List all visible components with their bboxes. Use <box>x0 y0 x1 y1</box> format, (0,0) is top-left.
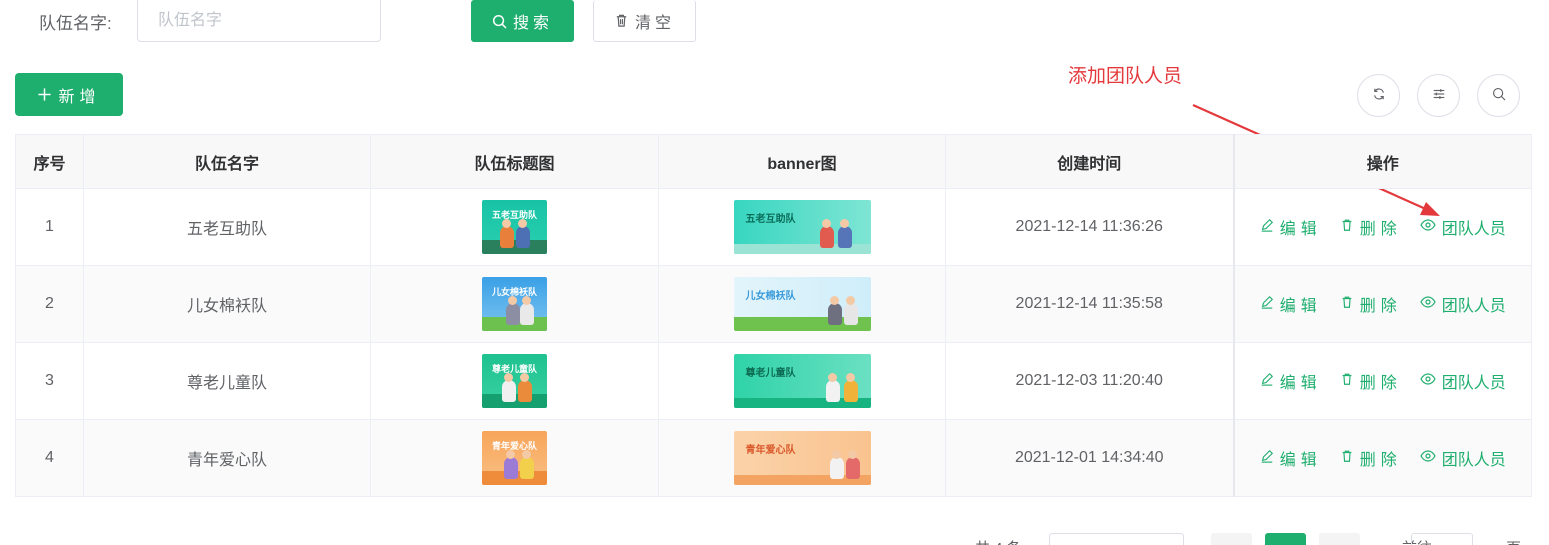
trash-icon <box>1340 295 1354 314</box>
table-row: 1 五老互助队 五老互助队 五老互助队 2021-12-14 11:36:26 … <box>15 188 1532 266</box>
edit-icon <box>1260 372 1274 391</box>
table-row: 3 尊老儿童队 尊老儿童队 尊老儿童队 2021-12-03 11:20:40 … <box>15 342 1532 420</box>
refresh-icon <box>1372 87 1386 104</box>
cell-index: 4 <box>15 419 84 497</box>
team-table: 序号 队伍名字 队伍标题图 banner图 创建时间 操作 1 五老互助队 五老… <box>15 134 1532 497</box>
page-1-button[interactable] <box>1265 533 1306 545</box>
pagination: 共 4 条 前往 页 <box>0 533 1549 545</box>
table-row: 2 儿女棉袄队 儿女棉袄队 儿女棉袄队 2021-12-14 11:35:58 … <box>15 265 1532 343</box>
cell-name: 尊老儿童队 <box>83 342 371 420</box>
pagination-total: 共 4 条 <box>975 537 1022 545</box>
settings-sliders-icon <box>1432 87 1446 104</box>
trash-icon <box>1340 218 1354 237</box>
edit-icon <box>1260 218 1274 237</box>
cell-created: 2021-12-14 11:36:26 <box>945 188 1234 266</box>
search-button[interactable]: 搜索 <box>471 0 574 42</box>
header-banner: banner图 <box>658 134 946 189</box>
clear-button-label: 清空 <box>634 14 675 32</box>
cell-index: 3 <box>15 342 84 420</box>
header-created: 创建时间 <box>945 134 1234 189</box>
search-icon <box>1492 87 1506 104</box>
cell-name: 儿女棉袄队 <box>83 265 371 343</box>
trash-icon <box>1340 449 1354 468</box>
header-name: 队伍名字 <box>83 134 371 189</box>
team-members-button[interactable]: 团队人员 <box>1420 292 1506 316</box>
cell-index: 1 <box>15 188 84 266</box>
edit-button[interactable]: 编辑 <box>1260 215 1322 239</box>
eye-icon <box>1420 295 1436 313</box>
eye-icon <box>1420 218 1436 236</box>
cell-name: 五老互助队 <box>83 188 371 266</box>
team-title-image[interactable]: 儿女棉袄队 <box>482 277 547 331</box>
eye-icon <box>1420 372 1436 390</box>
team-members-button[interactable]: 团队人员 <box>1420 446 1506 470</box>
team-banner-image[interactable]: 青年爱心队 <box>733 431 871 485</box>
cell-created: 2021-12-03 11:20:40 <box>945 342 1234 420</box>
table-header-row: 序号 队伍名字 队伍标题图 banner图 创建时间 操作 <box>15 134 1532 189</box>
annotation-label: 添加团队人员 <box>1068 66 1183 87</box>
refresh-button[interactable] <box>1357 74 1400 117</box>
pagination-unit-label: 页 <box>1506 537 1521 545</box>
team-name-input[interactable] <box>137 0 381 42</box>
edit-icon <box>1260 449 1274 468</box>
header-index: 序号 <box>15 134 84 189</box>
column-settings-button[interactable] <box>1417 74 1460 117</box>
search-icon <box>492 14 507 29</box>
delete-button[interactable]: 删除 <box>1340 292 1402 316</box>
edit-icon <box>1260 295 1274 314</box>
team-title-image[interactable]: 尊老儿童队 <box>482 354 547 408</box>
cell-created: 2021-12-14 11:35:58 <box>945 265 1234 343</box>
plus-icon <box>37 87 52 102</box>
search-button-label: 搜索 <box>512 15 553 32</box>
delete-button[interactable]: 删除 <box>1340 215 1402 239</box>
edit-button[interactable]: 编辑 <box>1260 446 1322 470</box>
prev-page-button[interactable] <box>1211 533 1252 545</box>
edit-button[interactable]: 编辑 <box>1260 292 1322 316</box>
trash-icon <box>614 13 629 28</box>
add-button-label: 新增 <box>58 88 101 106</box>
next-page-button[interactable] <box>1319 533 1360 545</box>
team-members-button[interactable]: 团队人员 <box>1420 215 1506 239</box>
team-title-image[interactable]: 五老互助队 <box>482 200 547 254</box>
trash-icon <box>1340 372 1354 391</box>
delete-button[interactable]: 删除 <box>1340 446 1402 470</box>
team-name-label: 队伍名字: <box>39 14 112 33</box>
cell-name: 青年爱心队 <box>83 419 371 497</box>
cell-created: 2021-12-01 14:34:40 <box>945 419 1234 497</box>
team-banner-image[interactable]: 尊老儿童队 <box>733 354 871 408</box>
toggle-search-button[interactable] <box>1477 74 1520 117</box>
add-button[interactable]: 新增 <box>15 73 123 116</box>
header-title-image: 队伍标题图 <box>370 134 659 189</box>
team-members-button[interactable]: 团队人员 <box>1420 369 1506 393</box>
table-row: 4 青年爱心队 青年爱心队 青年爱心队 2021-12-01 14:34:40 … <box>15 419 1532 497</box>
edit-button[interactable]: 编辑 <box>1260 369 1322 393</box>
team-title-image[interactable]: 青年爱心队 <box>482 431 547 485</box>
cell-index: 2 <box>15 265 84 343</box>
page-size-select[interactable] <box>1049 533 1184 545</box>
header-actions: 操作 <box>1232 134 1532 189</box>
clear-button[interactable]: 清空 <box>593 0 696 42</box>
eye-icon <box>1420 449 1436 467</box>
team-banner-image[interactable]: 五老互助队 <box>733 200 871 254</box>
team-banner-image[interactable]: 儿女棉袄队 <box>733 277 871 331</box>
page-jump-input[interactable] <box>1411 533 1473 545</box>
delete-button[interactable]: 删除 <box>1340 369 1402 393</box>
